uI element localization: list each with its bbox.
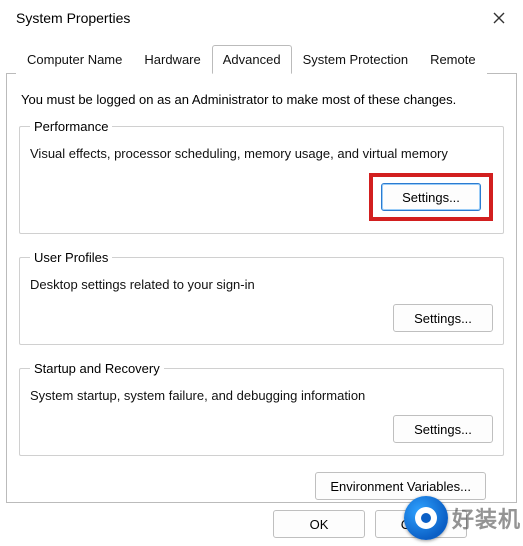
- admin-notice: You must be logged on as an Administrato…: [21, 92, 502, 107]
- performance-desc: Visual effects, processor scheduling, me…: [30, 146, 493, 161]
- performance-settings-highlight: Settings...: [369, 173, 493, 221]
- advanced-tab-content: You must be logged on as an Administrato…: [6, 74, 517, 503]
- startup-recovery-group: Startup and Recovery System startup, sys…: [19, 361, 504, 456]
- tab-strip: Computer Name Hardware Advanced System P…: [6, 44, 517, 74]
- performance-settings-button[interactable]: Settings...: [381, 183, 481, 211]
- user-profiles-settings-button[interactable]: Settings...: [393, 304, 493, 332]
- close-icon[interactable]: [485, 4, 513, 32]
- user-profiles-desc: Desktop settings related to your sign-in: [30, 277, 493, 292]
- title-bar: System Properties: [0, 0, 523, 36]
- startup-recovery-settings-button[interactable]: Settings...: [393, 415, 493, 443]
- window-title: System Properties: [16, 10, 485, 26]
- environment-variables-button[interactable]: Environment Variables...: [315, 472, 486, 500]
- user-profiles-group: User Profiles Desktop settings related t…: [19, 250, 504, 345]
- startup-recovery-legend: Startup and Recovery: [30, 361, 164, 376]
- user-profiles-legend: User Profiles: [30, 250, 112, 265]
- cancel-button[interactable]: Cancel: [375, 510, 467, 538]
- tab-computer-name[interactable]: Computer Name: [16, 45, 133, 74]
- dialog-footer: OK Cancel: [0, 510, 523, 538]
- performance-legend: Performance: [30, 119, 112, 134]
- tab-hardware[interactable]: Hardware: [133, 45, 211, 74]
- tab-remote[interactable]: Remote: [419, 45, 487, 74]
- tab-system-protection[interactable]: System Protection: [292, 45, 420, 74]
- tab-advanced[interactable]: Advanced: [212, 45, 292, 74]
- startup-recovery-desc: System startup, system failure, and debu…: [30, 388, 493, 403]
- performance-group: Performance Visual effects, processor sc…: [19, 119, 504, 234]
- ok-button[interactable]: OK: [273, 510, 365, 538]
